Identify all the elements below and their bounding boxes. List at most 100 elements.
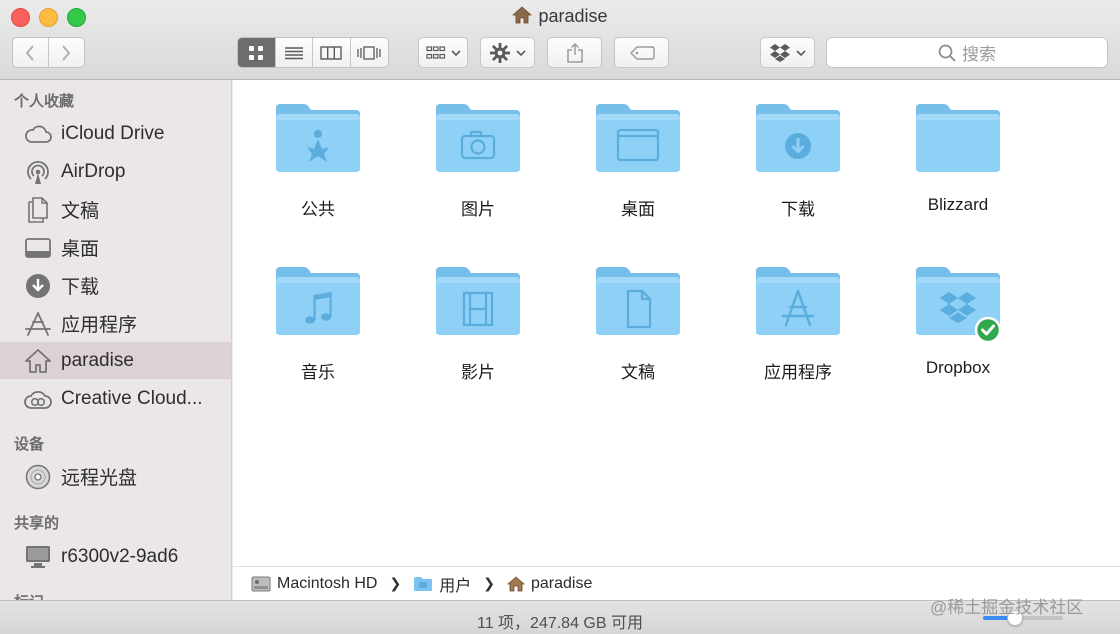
- folder-name: 音乐: [301, 363, 335, 382]
- sidebar-item-paradise[interactable]: paradise: [0, 342, 231, 379]
- icon-view-button[interactable]: [238, 38, 276, 67]
- back-button[interactable]: [13, 38, 49, 67]
- arrange-icon: [425, 45, 445, 59]
- folder-icon: [914, 102, 1002, 174]
- creative-cloud-icon: [24, 385, 52, 413]
- search-icon: [938, 44, 956, 62]
- folder-icon: [274, 102, 362, 174]
- chevron-right-icon: [62, 44, 71, 61]
- sidebar-item-creative-cloud[interactable]: Creative Cloud...: [0, 380, 231, 417]
- list-view-button[interactable]: [275, 38, 313, 67]
- view-mode-control: [237, 37, 389, 68]
- sidebar-item[interactable]: 远程光盘: [0, 458, 231, 495]
- window-title-text: paradise: [538, 6, 608, 26]
- sidebar-item[interactable]: 文稿: [0, 191, 231, 228]
- folder-icon: [434, 265, 522, 337]
- sidebar-item-label: 下载: [61, 277, 100, 298]
- folder-item[interactable]: Dropbox: [878, 265, 1038, 378]
- column-view-button[interactable]: [313, 38, 351, 67]
- documents-icon: [24, 196, 52, 224]
- folder-item[interactable]: 文稿: [558, 265, 718, 383]
- path-crumb-label: 用户: [439, 577, 472, 595]
- sidebar-item-label: 远程光盘: [61, 468, 138, 489]
- sidebar-item[interactable]: 下载: [0, 267, 231, 304]
- coverflow-icon: [357, 45, 381, 60]
- folder-item[interactable]: Blizzard: [878, 102, 1038, 215]
- folder-item[interactable]: 桌面: [558, 102, 718, 220]
- sidebar-item[interactable]: 应用程序: [0, 305, 231, 342]
- sync-complete-icon: [974, 316, 1002, 344]
- grid-icon: [249, 45, 264, 60]
- forward-button[interactable]: [48, 38, 84, 67]
- list-icon: [284, 46, 303, 59]
- path-crumb[interactable]: paradise: [506, 574, 593, 593]
- folder-name: 下载: [781, 200, 815, 219]
- path-crumb-label: Macintosh HD: [277, 574, 378, 592]
- chevron-down-icon: [516, 49, 526, 56]
- sidebar-item-label: paradise: [61, 349, 134, 371]
- folder-name: Blizzard: [927, 195, 989, 214]
- sidebar-item-icloud-drive[interactable]: iCloud Drive: [0, 115, 231, 152]
- dropbox-toolbar-button[interactable]: [760, 37, 815, 68]
- tag-button[interactable]: [614, 37, 669, 68]
- folder-item[interactable]: 图片: [398, 102, 558, 220]
- folder-name: Dropbox: [925, 358, 991, 377]
- sidebar-item-r6300v2-9ad6[interactable]: r6300v2-9ad6: [0, 538, 231, 575]
- coverflow-view-button[interactable]: [350, 38, 388, 67]
- columns-icon: [320, 45, 342, 60]
- folder-icon: [274, 265, 362, 337]
- gear-icon: [490, 42, 510, 63]
- sidebar-item-airdrop[interactable]: AirDrop: [0, 153, 231, 190]
- folder-icon: [754, 102, 842, 174]
- share-button[interactable]: [547, 37, 602, 68]
- arrange-button[interactable]: [418, 37, 468, 68]
- sidebar-group-title: 标记: [14, 591, 44, 600]
- folder-item[interactable]: 应用程序: [718, 265, 878, 383]
- folder-icon: [434, 102, 522, 174]
- folder-icon: [914, 265, 1002, 344]
- folder-name: 文稿: [621, 363, 655, 382]
- nav-buttons: [12, 37, 85, 68]
- folder-item[interactable]: 公共: [238, 102, 398, 220]
- chevron-left-icon: [25, 44, 35, 61]
- folder-icon: [413, 576, 433, 592]
- chevron-right-icon: ❯: [483, 575, 495, 591]
- dropbox-icon: [770, 43, 790, 62]
- folder-item[interactable]: 下载: [718, 102, 878, 220]
- sidebar-item-label: 文稿: [61, 201, 100, 222]
- monitor-icon: [24, 543, 52, 571]
- window-title: paradise: [0, 6, 1120, 29]
- download-icon: [24, 272, 52, 300]
- sidebar-item[interactable]: 桌面: [0, 229, 231, 266]
- path-crumb-label: paradise: [530, 574, 593, 592]
- folder-name: 影片: [461, 363, 495, 382]
- chevron-down-icon: [796, 49, 806, 56]
- sidebar-item-label: 桌面: [61, 239, 100, 260]
- sidebar-item-label: iCloud Drive: [61, 122, 165, 144]
- desktop-icon: [24, 234, 52, 262]
- applications-icon: [24, 310, 52, 338]
- folder-item[interactable]: 音乐: [238, 265, 398, 383]
- folder-item[interactable]: 影片: [398, 265, 558, 383]
- sidebar-item-label: Creative Cloud...: [61, 387, 203, 409]
- search-field[interactable]: 搜索: [826, 37, 1108, 68]
- folder-name: 公共: [301, 200, 335, 219]
- sidebar: 个人收藏 iCloud Drive AirDrop 文稿 桌面 下载 应用程序 paradis…: [0, 80, 232, 600]
- disc-icon: [24, 463, 52, 491]
- path-crumb[interactable]: 用户: [413, 572, 471, 596]
- hard-drive-icon: [251, 575, 271, 593]
- folder-icon: [594, 102, 682, 174]
- share-icon: [566, 42, 583, 63]
- airdrop-icon: [24, 158, 52, 186]
- watermark: @稀土掘金技术社区: [930, 598, 1084, 617]
- sidebar-group-title: 共享的: [14, 515, 60, 532]
- home-icon: [506, 575, 525, 592]
- path-crumb[interactable]: Macintosh HD: [251, 575, 377, 593]
- chevron-right-icon: ❯: [389, 575, 402, 591]
- folder-icon: [754, 265, 842, 337]
- sidebar-item-label: r6300v2-9ad6: [61, 545, 179, 567]
- sidebar-item-label: AirDrop: [61, 160, 126, 182]
- sidebar-item-label: 应用程序: [61, 315, 138, 336]
- folder-icon: [594, 265, 682, 337]
- action-button[interactable]: [480, 37, 535, 68]
